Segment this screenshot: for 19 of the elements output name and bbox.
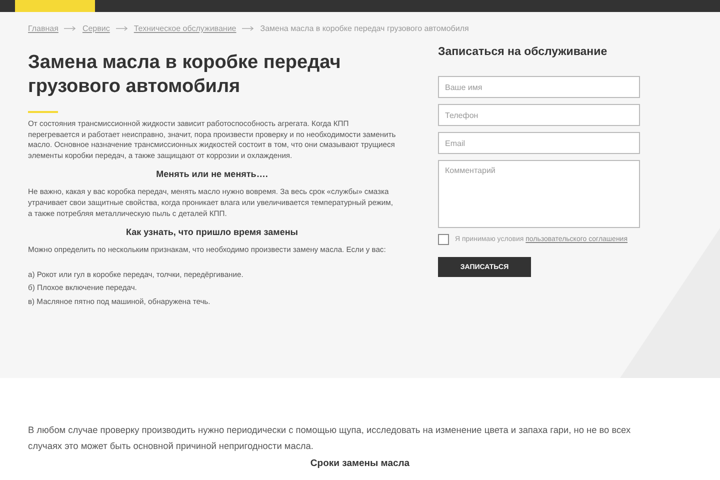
- section-heading: Как узнать, что пришло время замены: [125, 227, 299, 238]
- input-field[interactable]: Ваше имя: [438, 76, 640, 98]
- breadcrumb-link[interactable]: Главная: [28, 24, 58, 33]
- comment-field[interactable]: Комментарий: [438, 160, 640, 228]
- page-title: Замена масла в коробке передач грузового автомобиля: [28, 51, 342, 99]
- breadcrumb-current: Замена масла в коробке передач грузового автомобиля: [260, 24, 469, 33]
- section-heading: Сроки замены масла: [309, 458, 411, 469]
- title-underline: [28, 111, 58, 113]
- arrow-icon: [116, 26, 128, 31]
- paragraph: В любом случае проверку производить нужно периодически с помощью щупа, исследовать на изменение цвета и запаха гари, но не во всех случаях это может быть основной причиной непригодности масла.: [28, 424, 632, 453]
- breadcrumb-link[interactable]: Техническое обслуживание: [134, 24, 236, 33]
- input-field[interactable]: Телефон: [438, 104, 640, 126]
- section-heading: Менять или не менять….: [155, 169, 269, 180]
- input-field[interactable]: Email: [438, 132, 640, 154]
- form-title: Записаться на обслуживание: [438, 46, 608, 58]
- consent-checkbox[interactable]: [438, 234, 449, 245]
- arrow-icon: [64, 26, 76, 31]
- arrow-icon: [242, 26, 254, 31]
- breadcrumb-link[interactable]: Сервис: [82, 24, 110, 33]
